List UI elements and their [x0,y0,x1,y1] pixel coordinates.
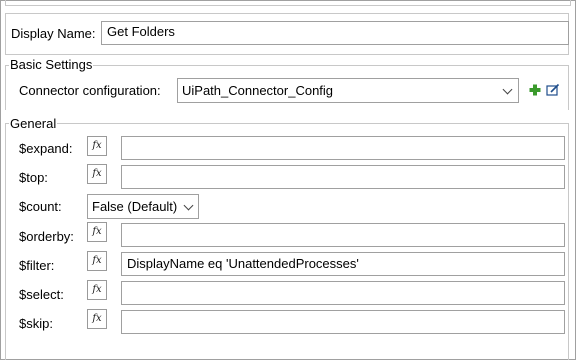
skip-expression-button[interactable]: fx [87,309,107,329]
chevron-down-icon [182,200,196,214]
general-title: General [9,116,58,131]
basic-settings-title: Basic Settings [9,57,94,72]
skip-input[interactable] [121,310,565,334]
display-name-value: Get Folders [107,24,175,39]
top-expression-button[interactable]: fx [87,164,107,184]
select-expression-button[interactable]: fx [87,280,107,300]
expand-label: $expand: [19,141,73,156]
chevron-down-icon [501,84,515,98]
plus-icon[interactable] [528,83,542,97]
select-input[interactable] [121,281,565,305]
top-divider [5,0,571,6]
display-name-input[interactable]: Get Folders [101,21,569,45]
top-input[interactable] [121,165,565,189]
select-label: $select: [19,287,64,302]
filter-input[interactable]: DisplayName eq 'UnattendedProcesses' [121,252,565,276]
display-name-label: Display Name: [11,26,96,41]
connector-config-value: UiPath_Connector_Config [182,83,334,98]
connector-config-dropdown[interactable]: UiPath_Connector_Config [177,78,519,103]
filter-expression-button[interactable]: fx [87,251,107,271]
skip-label: $skip: [19,316,53,331]
orderby-label: $orderby: [19,229,74,244]
orderby-expression-button[interactable]: fx [87,222,107,242]
top-label: $top: [19,170,48,185]
count-value: False (Default) [92,199,178,214]
expand-input[interactable] [121,136,565,160]
count-label: $count: [19,199,62,214]
edit-icon[interactable] [546,83,560,97]
count-dropdown[interactable]: False (Default) [87,194,199,219]
filter-label: $filter: [19,258,55,273]
expand-expression-button[interactable]: fx [87,136,107,156]
orderby-input[interactable] [121,223,565,247]
connector-config-label: Connector configuration: [19,83,161,98]
